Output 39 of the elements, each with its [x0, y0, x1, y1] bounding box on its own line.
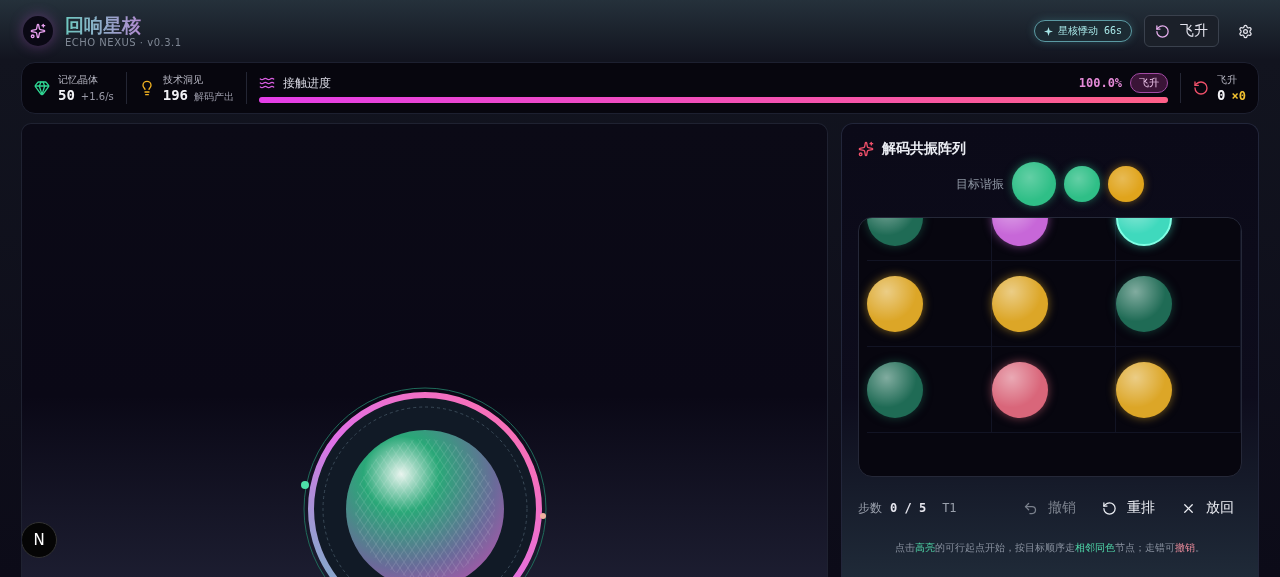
- resonance-node[interactable]: [867, 275, 923, 332]
- stat-value: 0: [1217, 87, 1226, 103]
- waves-icon: [259, 75, 276, 91]
- resonance-node[interactable]: [991, 275, 1048, 332]
- stat-value: 50: [58, 87, 75, 103]
- ascend-button[interactable]: 飞升: [1144, 15, 1219, 47]
- reset-icon: [1155, 23, 1170, 39]
- app-subtitle: ECHO NEXUS · v0.3.1: [65, 37, 182, 48]
- stat-label: 技术洞见: [162, 72, 204, 87]
- sparkle-icon: [858, 141, 874, 157]
- panel-title: 解码共振阵列: [882, 140, 966, 158]
- reshuffle-icon: [1102, 500, 1117, 516]
- stat-note: 解码产出: [194, 89, 235, 104]
- resonance-node[interactable]: [991, 361, 1048, 418]
- progress-label: 接触进度: [283, 74, 333, 92]
- stat-value: 196: [162, 86, 189, 103]
- stat-multiplier: ×0: [1231, 89, 1246, 103]
- stat-label: 飞升: [1217, 73, 1239, 87]
- undo-icon: [1023, 500, 1038, 516]
- steps-count: 0 / 5: [890, 501, 927, 515]
- sparkle-icon: [1043, 26, 1053, 36]
- resonance-node[interactable]: [1116, 275, 1173, 332]
- n-badge[interactable]: N: [22, 522, 57, 558]
- return-button[interactable]: 放回: [1173, 499, 1242, 517]
- stat-label: 记忆晶体: [58, 73, 99, 87]
- resonance-node[interactable]: [1116, 361, 1173, 418]
- hint-text: 点击高亮的可行起点开始，按目标顺序走相邻同色节点；走错可撤销。: [894, 541, 1206, 555]
- gem-icon: [34, 80, 50, 96]
- resonance-node[interactable]: [867, 361, 923, 418]
- stat-rate: +1.6/s: [80, 91, 114, 102]
- steps-label: 步数: [858, 499, 882, 517]
- app-logo: [23, 16, 53, 46]
- reset-icon: [1193, 80, 1210, 96]
- tier-label: T1: [942, 501, 957, 515]
- progress-reading: 100.0%: [1078, 76, 1123, 90]
- status-chip: 星核悸动 66s: [1033, 20, 1132, 42]
- ascend-badge: 飞升: [1130, 73, 1169, 93]
- reshuffle-button[interactable]: 重排: [1094, 499, 1163, 517]
- target-label: 目标谐振: [956, 175, 1004, 193]
